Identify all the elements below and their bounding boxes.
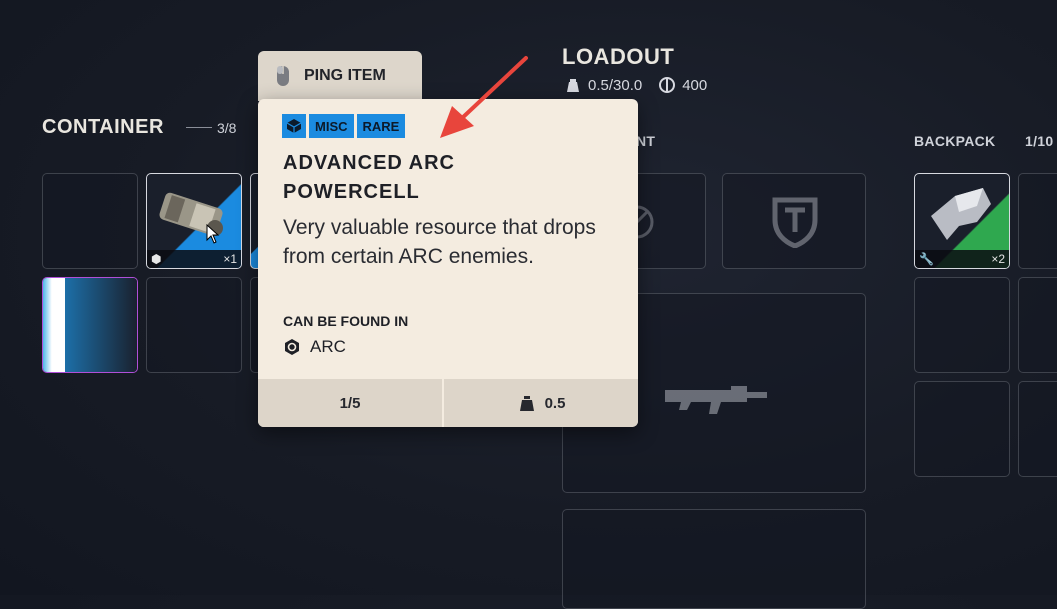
arc-icon [285, 339, 299, 355]
ping-item-label: PING ITEM [304, 67, 386, 84]
backpack-slot-5[interactable] [914, 381, 1010, 477]
backpack-slot-2[interactable] [1018, 173, 1057, 269]
container-slot-1[interactable] [42, 173, 138, 269]
quantity-label: ×2 [991, 252, 1005, 266]
slot-footer: ⬢ ×1 [147, 250, 241, 268]
shield-icon [772, 197, 818, 248]
container-count: 3/8 [217, 120, 237, 136]
container-divider [186, 127, 212, 128]
weight-icon [519, 396, 534, 411]
cursor-icon [206, 224, 220, 244]
loadout-slot-shield[interactable] [722, 173, 866, 269]
loadout-title: LOADOUT [562, 44, 675, 69]
loadout-currency: 400 [682, 76, 708, 94]
metal-scrap-icon [931, 188, 991, 240]
container-slot-powercell[interactable]: ⬢ ×1 [146, 173, 242, 269]
loadout-partial-label: NT [636, 133, 656, 149]
smg-icon [665, 386, 767, 414]
annotation-arrow [440, 56, 528, 138]
ping-item-button[interactable]: PING ITEM [258, 51, 422, 101]
backpack-count: 1/10 [1025, 133, 1054, 149]
backpack-slot-4[interactable] [1018, 277, 1057, 373]
found-in-label: CAN BE FOUND IN [283, 313, 409, 329]
stack-size: 1/5 [339, 394, 361, 412]
backpack-slot-6[interactable] [1018, 381, 1057, 477]
backpack-title: BACKPACK [914, 133, 996, 149]
item-description: Very valuable resource that drops from c… [283, 216, 596, 268]
loadout-stats: 0.5/30.0 400 [564, 76, 707, 94]
mouse-icon [277, 66, 289, 86]
tooltip-footer: 1/5 0.5 [258, 379, 638, 427]
found-in-row: ARC [283, 337, 346, 357]
weight-cell: 0.5 [444, 379, 638, 427]
item-image-fade [65, 278, 137, 372]
container-slot-5[interactable] [146, 277, 242, 373]
container-slot-4[interactable] [42, 277, 138, 373]
coin-icon [659, 77, 676, 93]
weight-icon [567, 79, 579, 92]
tag-rarity: RARE [356, 114, 406, 138]
quantity-label: ×1 [223, 252, 237, 266]
powercell-icon [159, 192, 223, 236]
item-image-white [43, 278, 65, 372]
category-icon [282, 114, 306, 138]
item-tags: MISC RARE [282, 114, 406, 138]
item-weight: 0.5 [544, 394, 566, 412]
cube-icon: ⬢ [151, 252, 162, 266]
wrench-icon: 🔧 [919, 252, 934, 266]
slot-footer: 🔧 ×2 [915, 250, 1009, 268]
backpack-slot-3[interactable] [914, 277, 1010, 373]
backpack-slot-1[interactable]: 🔧 ×2 [914, 173, 1010, 269]
stack-cell: 1/5 [258, 379, 444, 427]
container-title: CONTAINER [42, 116, 164, 138]
tag-misc: MISC [309, 114, 354, 138]
loadout-weapon-slot-2[interactable] [562, 509, 866, 609]
loadout-weight: 0.5/30.0 [588, 76, 643, 94]
found-in-source: ARC [310, 337, 346, 356]
item-name: ADVANCED ARC POWERCELL [283, 152, 455, 203]
